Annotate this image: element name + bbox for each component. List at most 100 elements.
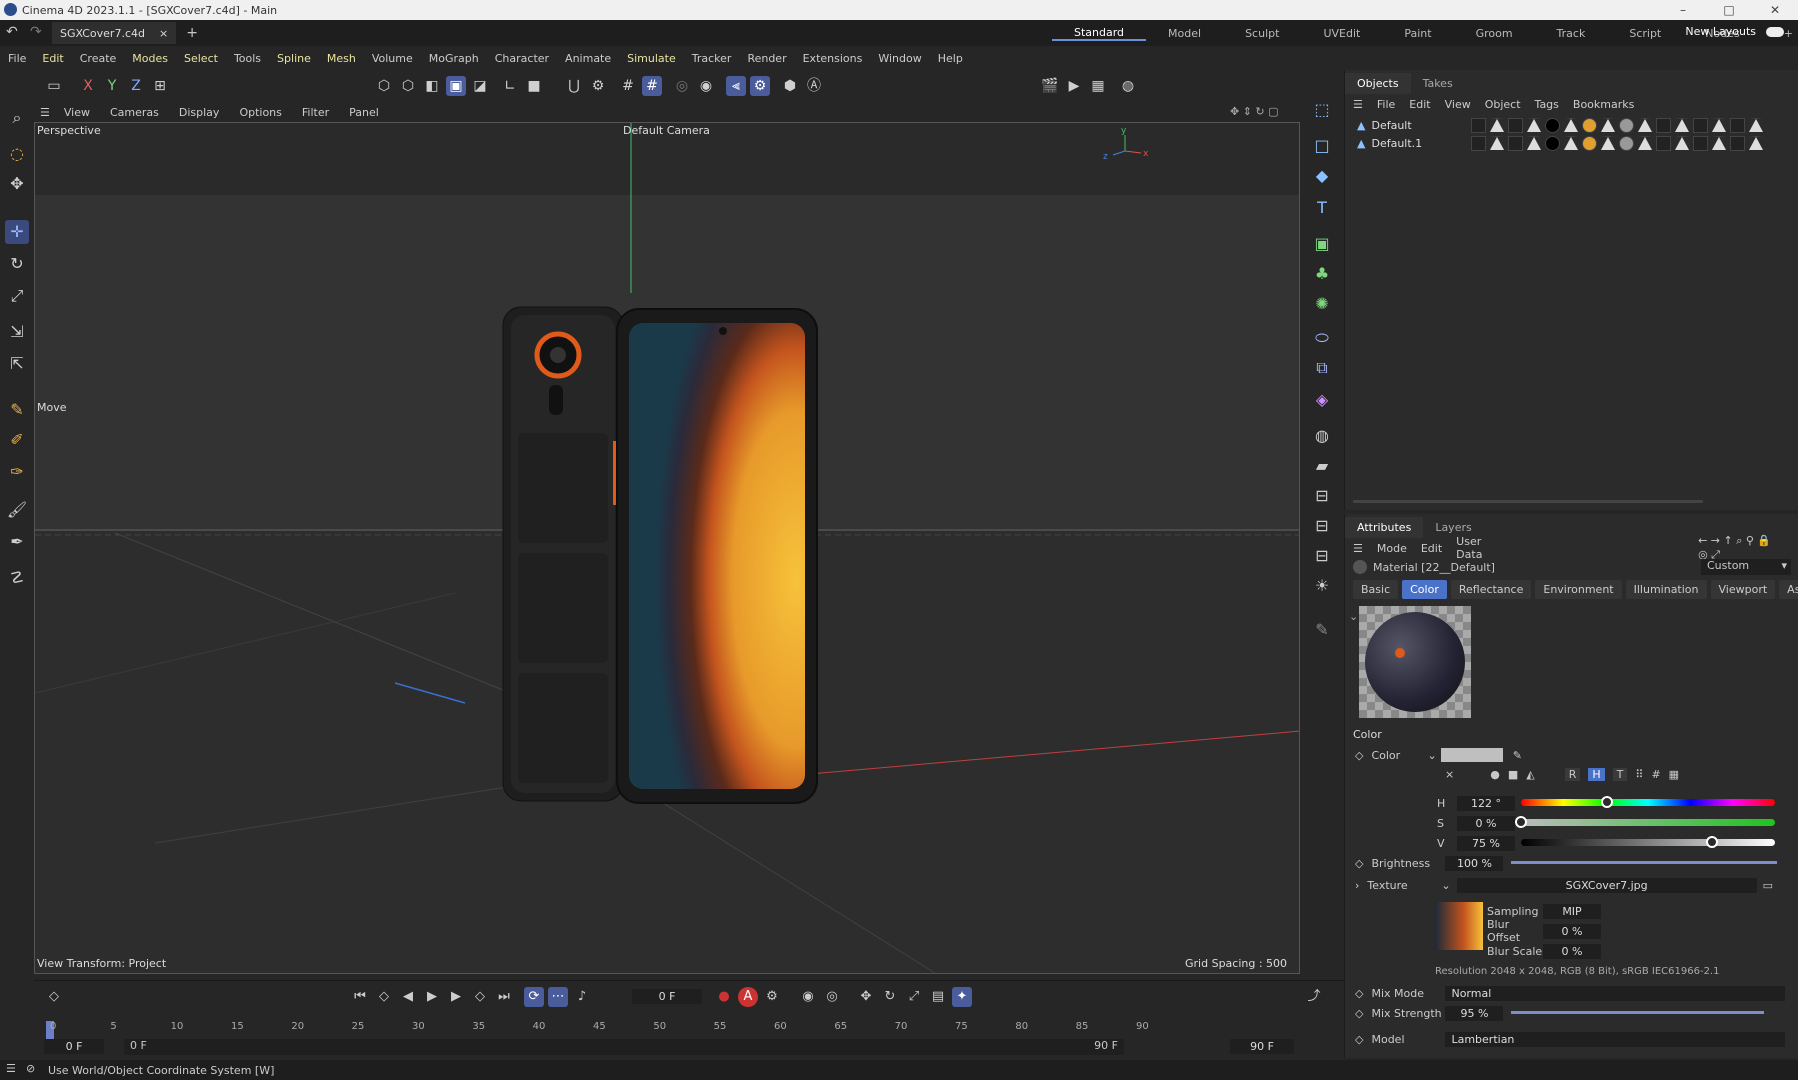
- subtab-illumination[interactable]: Illumination: [1625, 580, 1707, 599]
- minimize-button[interactable]: –: [1660, 0, 1706, 20]
- go-to-end-icon[interactable]: ⏭: [494, 987, 514, 1007]
- axis-z-button[interactable]: Z: [126, 76, 146, 96]
- chevron-down-icon[interactable]: ⌄: [1441, 879, 1450, 892]
- viewport-menu-view[interactable]: View: [64, 106, 90, 119]
- layout-model[interactable]: Model: [1146, 27, 1223, 40]
- subdivision-icon[interactable]: ▣: [1310, 232, 1334, 256]
- tab-takes[interactable]: Takes: [1411, 73, 1465, 94]
- menu-help[interactable]: Help: [938, 52, 963, 65]
- render-picture-viewer-icon[interactable]: ▶: [1064, 76, 1084, 96]
- keyframe-diamond-icon[interactable]: ◇: [1355, 857, 1363, 870]
- color-swatch[interactable]: [1440, 748, 1503, 762]
- model-mode-icon[interactable]: ▣: [446, 76, 466, 96]
- edges-mode-icon[interactable]: ⬡: [398, 76, 418, 96]
- current-frame-field[interactable]: 0 F: [632, 989, 702, 1004]
- material-icon[interactable]: ⊟: [1310, 514, 1334, 538]
- hsv-mode-button[interactable]: H: [1588, 768, 1605, 781]
- field-icon[interactable]: ◈: [1310, 388, 1334, 412]
- camera-icon[interactable]: ▭: [44, 76, 64, 96]
- subtab-color[interactable]: Color: [1402, 580, 1447, 599]
- preset-dropdown[interactable]: Custom ▾: [1701, 559, 1791, 575]
- key-settings-icon[interactable]: ⚙: [762, 987, 782, 1007]
- undo-icon[interactable]: ↶: [6, 24, 18, 40]
- saturation-slider[interactable]: [1521, 819, 1775, 826]
- axis-x-button[interactable]: X: [78, 76, 98, 96]
- eyedropper-icon[interactable]: ✎: [1513, 749, 1522, 762]
- rgb-mode-button[interactable]: R: [1564, 768, 1581, 781]
- color-square-icon[interactable]: ■: [1508, 768, 1518, 781]
- new-layouts-label[interactable]: New Layouts: [1685, 25, 1756, 38]
- text-icon[interactable]: T: [1310, 196, 1334, 220]
- menu-modes[interactable]: Modes: [132, 52, 168, 65]
- lock-icon[interactable]: ◉: [696, 76, 716, 96]
- mix-mode-dropdown[interactable]: Normal: [1445, 985, 1786, 1001]
- range-slider[interactable]: 0 F 90 F: [124, 1039, 1124, 1055]
- workplane-icon[interactable]: ■: [524, 76, 544, 96]
- polygons-mode-icon[interactable]: ◧: [422, 76, 442, 96]
- subtab-environment[interactable]: Environment: [1535, 580, 1622, 599]
- rotate-tool-icon[interactable]: ↻: [5, 252, 29, 276]
- tab-attributes[interactable]: Attributes: [1345, 517, 1424, 538]
- menu-select[interactable]: Select: [184, 52, 218, 65]
- brightness-slider[interactable]: [1511, 861, 1777, 864]
- chevron-right-icon[interactable]: ›: [1355, 879, 1359, 892]
- redo-icon[interactable]: ↷: [30, 24, 42, 40]
- rotation-key-icon[interactable]: ↻: [880, 987, 900, 1007]
- mixer-icon[interactable]: ⠿: [1635, 768, 1643, 781]
- document-tab-close[interactable]: ×: [159, 27, 168, 40]
- layout-paint[interactable]: Paint: [1382, 27, 1453, 40]
- preview-chevron-icon[interactable]: ⌄: [1349, 610, 1358, 623]
- layout-standard[interactable]: Standard: [1052, 26, 1147, 41]
- object-row[interactable]: ▲ Default: [1357, 116, 1412, 134]
- menu-tools[interactable]: Tools: [234, 52, 261, 65]
- prev-frame-icon[interactable]: ◀: [398, 987, 418, 1007]
- redshift-icon[interactable]: ◍: [1118, 76, 1138, 96]
- end-frame-field[interactable]: 90 F: [1230, 1039, 1294, 1054]
- objects-menu-view[interactable]: View: [1445, 98, 1471, 111]
- plane-icon[interactable]: □: [1310, 134, 1334, 158]
- scale-key-icon[interactable]: ⤢: [904, 987, 924, 1007]
- swatches-icon[interactable]: ▦: [1669, 768, 1679, 781]
- tab-objects[interactable]: Objects: [1345, 73, 1411, 94]
- sculpt-icon[interactable]: ✒: [5, 530, 29, 554]
- mix-strength-input[interactable]: 95 %: [1445, 1005, 1504, 1021]
- keyframe-diamond-icon[interactable]: ◇: [1355, 749, 1363, 762]
- null-object-icon[interactable]: ⬚: [1310, 98, 1334, 122]
- menu-file[interactable]: File: [8, 52, 26, 65]
- layout-script[interactable]: Script: [1607, 27, 1683, 40]
- render-settings-icon[interactable]: ⬢: [780, 76, 800, 96]
- fcurve-icon[interactable]: ⤴: [1304, 987, 1324, 1007]
- add-tab-button[interactable]: +: [186, 25, 198, 41]
- 3d-viewport[interactable]: y x z Perspective Default Camera Move Vi…: [34, 122, 1300, 974]
- object-row[interactable]: ▲ Default.1: [1357, 134, 1422, 152]
- menu-create[interactable]: Create: [80, 52, 117, 65]
- viewport-menu-options[interactable]: Options: [239, 106, 281, 119]
- blur-scale-input[interactable]: 0 %: [1543, 943, 1601, 959]
- color-picker-tool-icon[interactable]: ⨯: [1445, 768, 1454, 781]
- symmetry-settings-icon[interactable]: ⚙: [750, 76, 770, 96]
- objects-menu-tags[interactable]: Tags: [1535, 98, 1559, 111]
- objects-scrollbar[interactable]: [1353, 500, 1703, 503]
- edit-icon[interactable]: ✎: [1310, 618, 1334, 642]
- value-slider[interactable]: [1521, 839, 1775, 846]
- sampling-dropdown[interactable]: MIP: [1543, 903, 1601, 919]
- document-tab[interactable]: SGXCover7.c4d ×: [52, 22, 177, 44]
- folder-icon[interactable]: ▭: [1763, 879, 1773, 892]
- light-icon[interactable]: ☀: [1310, 574, 1334, 598]
- position-key-icon[interactable]: ✥: [856, 987, 876, 1007]
- cube-icon[interactable]: ◆: [1310, 164, 1334, 188]
- objects-menu-bookmarks[interactable]: Bookmarks: [1573, 98, 1634, 111]
- deformer-icon[interactable]: ⬭: [1310, 326, 1334, 350]
- value-input[interactable]: 75 %: [1457, 835, 1515, 851]
- attributes-menu-mode[interactable]: Mode: [1377, 542, 1407, 555]
- status-menu-icon[interactable]: ☰: [6, 1062, 16, 1075]
- symmetry-icon[interactable]: ⫷: [726, 76, 746, 96]
- maximize-button[interactable]: □: [1706, 0, 1752, 20]
- axis-mode-icon[interactable]: ∟: [500, 76, 520, 96]
- viewport-navigation-icons[interactable]: ✥ ⇕ ↻ ▢: [1230, 105, 1279, 118]
- objects-hamburger-icon[interactable]: ☰: [1353, 98, 1363, 111]
- hex-mode-button[interactable]: #: [1651, 768, 1660, 781]
- new-layouts-toggle[interactable]: [1766, 27, 1784, 37]
- layout-track[interactable]: Track: [1535, 27, 1608, 40]
- keyframe-diamond-icon[interactable]: ◇: [1355, 1007, 1363, 1020]
